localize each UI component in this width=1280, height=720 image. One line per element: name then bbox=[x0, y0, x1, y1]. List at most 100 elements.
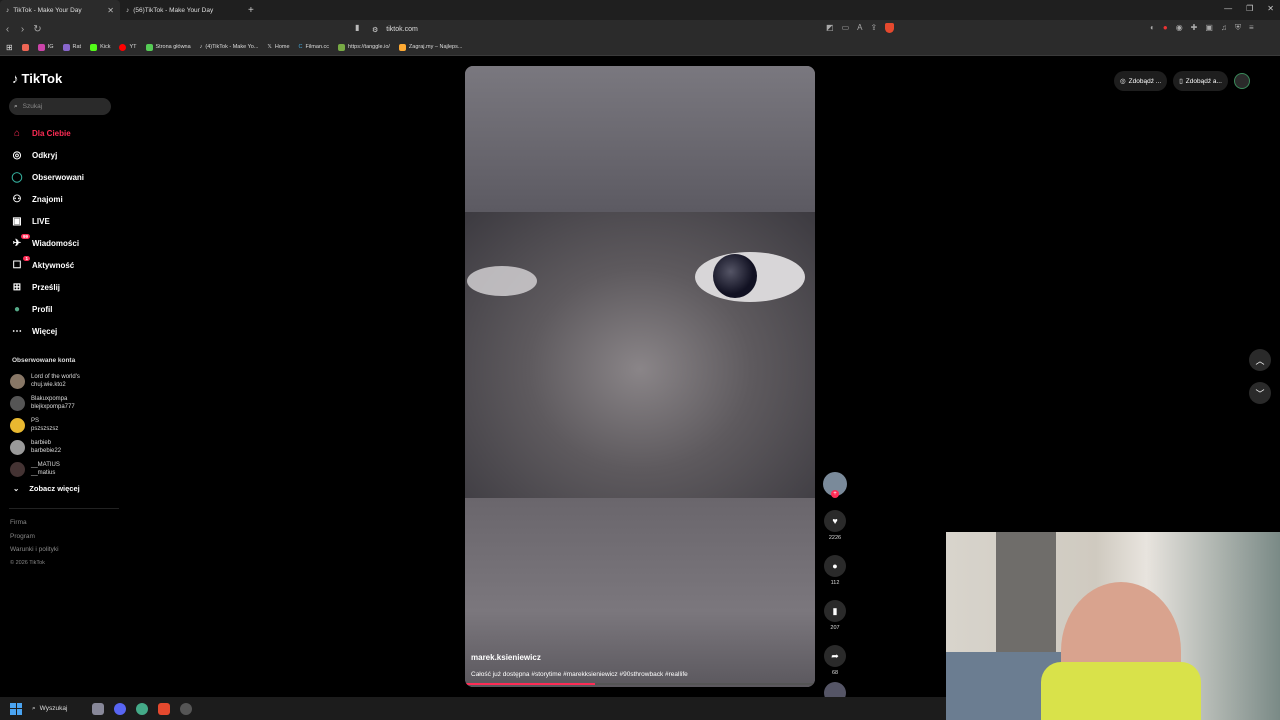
obs-icon[interactable] bbox=[180, 702, 192, 715]
more-icon: ⋯ bbox=[12, 325, 22, 337]
windows-start-icon[interactable] bbox=[10, 702, 22, 715]
bookmark-favicon-icon: C bbox=[298, 44, 303, 50]
share-icon[interactable]: ⇪ bbox=[870, 23, 877, 33]
phone-icon: ▯ bbox=[1179, 78, 1183, 85]
menu-icon[interactable]: ≡ bbox=[1249, 23, 1254, 33]
bookmark-item[interactable]: C Filman.cc bbox=[299, 44, 330, 50]
video-author[interactable]: marek.ksieniewicz bbox=[471, 653, 541, 662]
apps-grid-icon[interactable]: ⊞ bbox=[6, 43, 13, 52]
footer-link[interactable]: Firma bbox=[10, 516, 59, 530]
follow-plus-icon[interactable]: + bbox=[831, 490, 839, 498]
profile-avatar[interactable] bbox=[1233, 73, 1250, 89]
brave-shield-icon[interactable] bbox=[885, 23, 895, 33]
video-caption: Całość już dostępna #storytime #marekksi… bbox=[471, 671, 688, 678]
following-account[interactable]: Lord of the world's chuj.wie.kto2 bbox=[10, 370, 120, 392]
discord-icon[interactable] bbox=[114, 702, 126, 715]
restore-icon[interactable]: ❐ bbox=[1246, 4, 1253, 13]
bookmark-item[interactable]: Rat bbox=[62, 43, 81, 51]
get-coins-button[interactable]: ◎ Zdobądź ... bbox=[1114, 71, 1168, 91]
chrome-icon[interactable] bbox=[136, 702, 148, 715]
like-button[interactable]: ♥ bbox=[824, 510, 846, 532]
nav-activity[interactable]: ☐ 1 Aktywność bbox=[10, 254, 120, 276]
bookmark-favicon-icon bbox=[21, 43, 29, 51]
comment-button[interactable]: ● bbox=[824, 555, 846, 577]
bookmark-item[interactable] bbox=[21, 43, 29, 51]
get-app-button[interactable]: ▯ Zdobądź a... bbox=[1173, 71, 1228, 91]
video-progress-bar[interactable] bbox=[465, 683, 815, 685]
minimize-icon[interactable]: — bbox=[1224, 4, 1232, 13]
webcam-door bbox=[996, 532, 1056, 652]
tab-tiktok-active[interactable]: ♪ TikTok - Make Your Day ✕ bbox=[0, 0, 120, 20]
creator-avatar[interactable]: + bbox=[823, 472, 847, 498]
bookmark-item[interactable]: 𝕏 Home bbox=[267, 44, 289, 50]
extension-icon[interactable]: ◉ bbox=[1176, 23, 1183, 33]
nav-profile[interactable]: ● Profil bbox=[10, 298, 120, 320]
sidebar-footer: Firma Program Warunki i polityki © 2026 … bbox=[10, 516, 59, 570]
tiktok-logo[interactable]: ♪ TikTok bbox=[12, 71, 62, 86]
bookmark-item[interactable]: YT bbox=[119, 43, 137, 51]
new-tab-button[interactable]: + bbox=[248, 5, 254, 16]
url-field[interactable]: ⚙ tiktok.com bbox=[372, 23, 418, 36]
heart-icon: ♥ bbox=[832, 516, 838, 526]
nav-explore[interactable]: ◎ Odkryj bbox=[10, 144, 120, 166]
webcam-overlay bbox=[946, 532, 1280, 720]
media-icon[interactable]: ♫ bbox=[1221, 23, 1227, 33]
nav-for-you[interactable]: ⌂ Dla Ciebie bbox=[10, 122, 120, 144]
bookmark-item[interactable]: IG bbox=[37, 43, 54, 51]
reload-icon[interactable]: ↻ bbox=[30, 24, 45, 35]
following-account[interactable]: Blakuxpompa blejkxpompa777 bbox=[10, 392, 120, 414]
camera-off-icon[interactable]: ◩ bbox=[826, 23, 834, 33]
bookmark-favicon-icon bbox=[338, 43, 346, 51]
bookmark-item[interactable]: Kick bbox=[90, 43, 110, 51]
home-icon: ⌂ bbox=[13, 127, 21, 139]
nav-messages[interactable]: ✈ 99 Wiadomości bbox=[10, 232, 120, 254]
nav-live[interactable]: ▣ LIVE bbox=[10, 210, 120, 232]
brave-icon[interactable] bbox=[158, 702, 170, 715]
bookmark-item[interactable]: ♪ (4)TikTok - Make Yo... bbox=[200, 44, 259, 50]
messages-badge: 99 bbox=[20, 233, 30, 239]
bookmark-item[interactable]: Zagraj.my – Najleps... bbox=[398, 43, 462, 51]
footer-link[interactable]: Program bbox=[10, 530, 59, 544]
bookmark-icon: ▮ bbox=[832, 605, 838, 616]
task-view-icon[interactable] bbox=[92, 702, 104, 715]
tab-tiktok-2[interactable]: ♪ (56)TikTok - Make Your Day bbox=[120, 0, 240, 20]
see-more-button[interactable]: ⌄ Zobacz więcej bbox=[13, 484, 80, 493]
record-icon[interactable]: ● bbox=[1163, 23, 1168, 33]
puzzle-icon[interactable]: ✚ bbox=[1191, 23, 1198, 33]
nav-more[interactable]: ⋯ Więcej bbox=[10, 320, 120, 342]
following-account[interactable]: barbieb barbebie22 bbox=[10, 436, 120, 458]
following-account[interactable]: PS pszszszsz bbox=[10, 414, 120, 436]
profile-icon: ● bbox=[13, 303, 21, 315]
taskbar-search[interactable]: ⌕ Wyszukaj bbox=[32, 705, 82, 713]
save-button[interactable]: ▮ bbox=[824, 600, 846, 622]
search-icon: ⌕ bbox=[32, 704, 36, 712]
wallet-icon[interactable]: ⛨ bbox=[1235, 23, 1241, 33]
following-accounts-title: Obserwowane konta bbox=[12, 357, 76, 364]
close-tab-icon[interactable]: ✕ bbox=[107, 6, 114, 15]
following-account[interactable]: __MATIUS __matius bbox=[10, 458, 120, 480]
video-player[interactable]: marek.ksieniewicz Całość już dostępna #s… bbox=[465, 66, 815, 687]
translate-icon[interactable]: A bbox=[857, 23, 862, 33]
sidebar-icon[interactable]: ▣ bbox=[1205, 23, 1213, 33]
bookmark-icon[interactable]: ▮ bbox=[355, 23, 359, 32]
back-icon[interactable]: ‹ bbox=[0, 24, 15, 35]
close-window-icon[interactable]: ✕ bbox=[1267, 4, 1274, 13]
bookmark-item[interactable]: Strona główna bbox=[145, 43, 191, 51]
next-video-button[interactable]: ﹀ bbox=[1249, 382, 1271, 404]
footer-link[interactable]: Warunki i polityki bbox=[10, 543, 59, 557]
nav-friends[interactable]: ⚇ Znajomi bbox=[10, 188, 120, 210]
nav-upload[interactable]: ⊞ Prześlij bbox=[10, 276, 120, 298]
previous-video-button[interactable]: ︿ bbox=[1249, 349, 1271, 371]
search-input[interactable]: ⌕ Szukaj bbox=[9, 98, 111, 115]
cast-icon[interactable]: ▭ bbox=[842, 23, 850, 33]
avatar bbox=[10, 461, 25, 477]
nav-following[interactable]: ◯ Obserwowani bbox=[10, 166, 120, 188]
following-icon: ◯ bbox=[11, 171, 23, 183]
address-bar-row: ‹ › ↻ ▮ ⚙ tiktok.com ◩ ▭ A ⇪ ◐ ● ◉ ✚ ▣ ♫… bbox=[0, 20, 1280, 39]
share-button[interactable]: ➦ bbox=[824, 645, 846, 667]
forward-icon[interactable]: › bbox=[15, 24, 30, 35]
site-info-icon[interactable]: ⚙ bbox=[372, 26, 378, 34]
upload-icon: ⊞ bbox=[12, 281, 22, 293]
audio-icon[interactable]: ◐ bbox=[1150, 23, 1155, 33]
bookmark-item[interactable]: https://tanggle.io/ bbox=[338, 43, 390, 51]
